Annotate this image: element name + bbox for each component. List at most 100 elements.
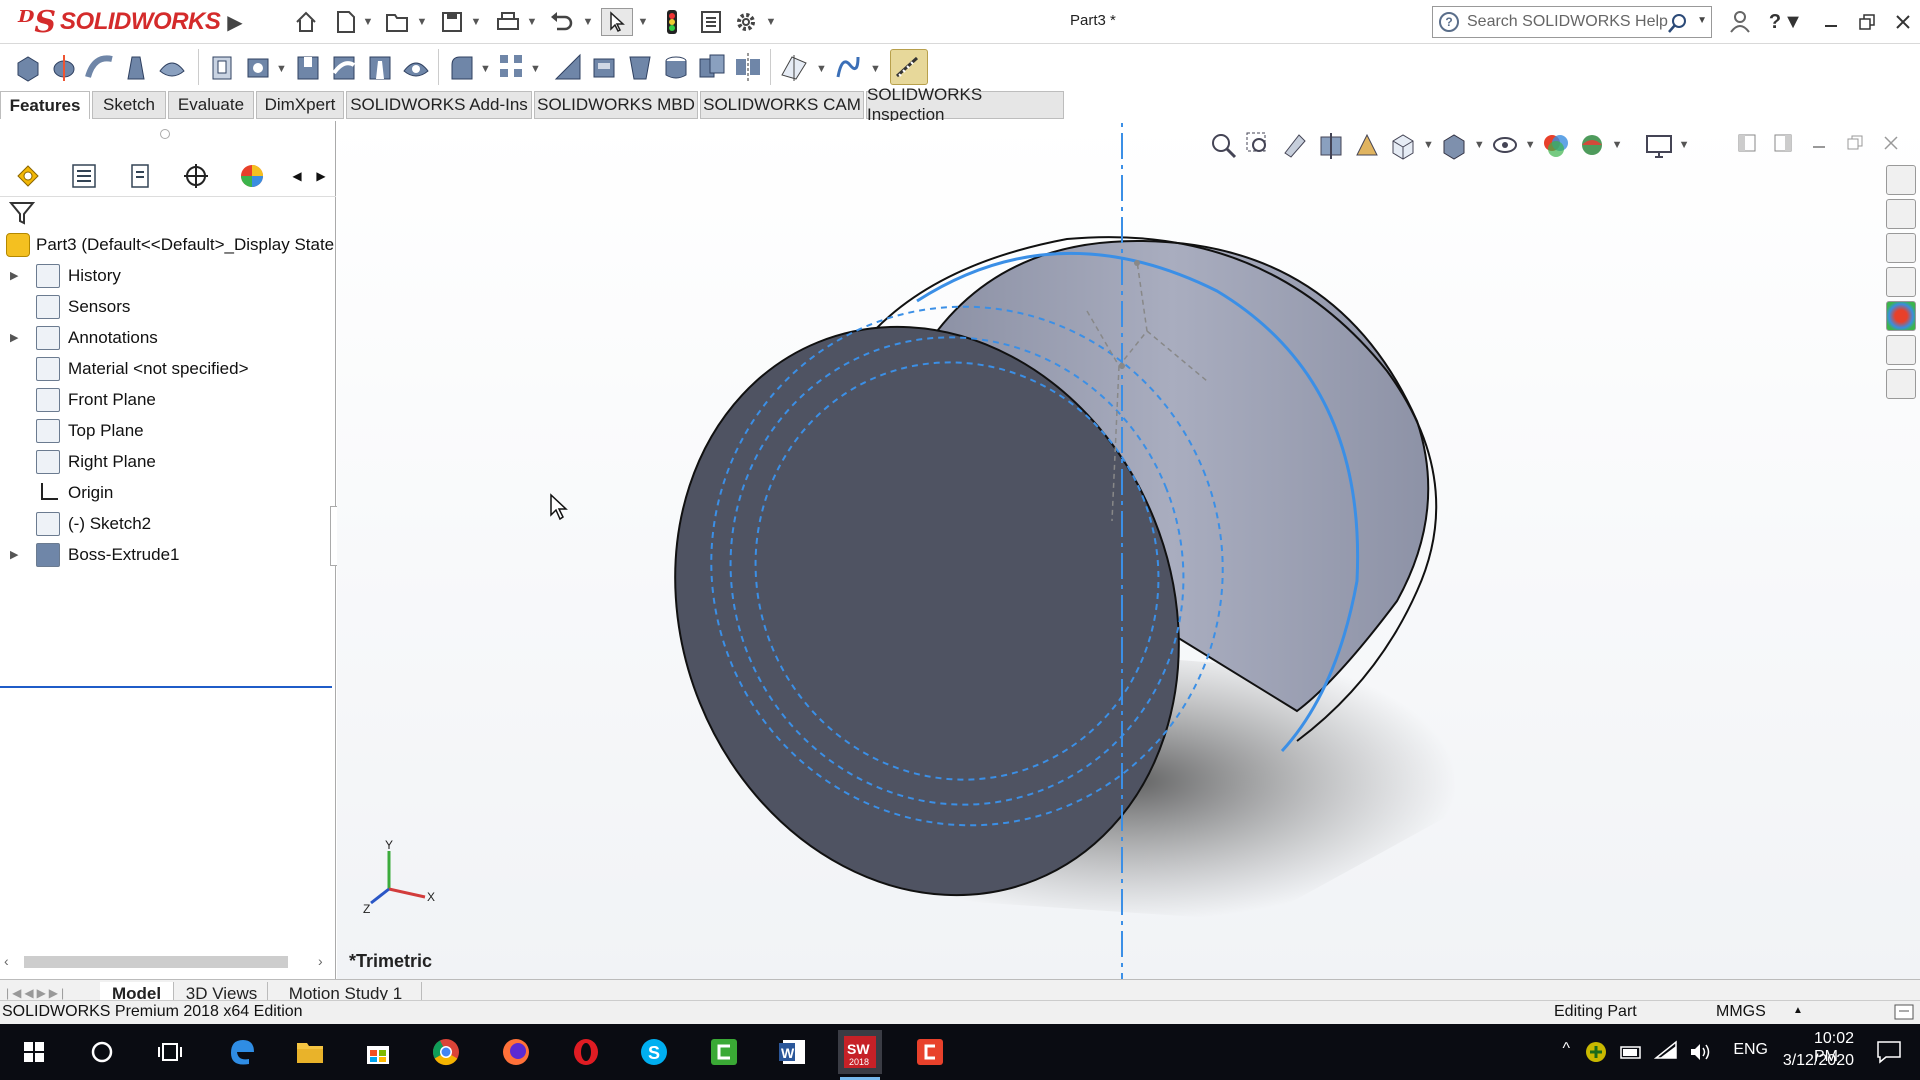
tree-item-sketch2[interactable]: (-) Sketch2 xyxy=(0,508,336,539)
reference-geometry-dropdown-icon[interactable]: ▼ xyxy=(816,63,827,75)
print-icon[interactable] xyxy=(492,8,524,36)
revolved-boss-icon[interactable] xyxy=(48,51,80,83)
tree-item-top-plane[interactable]: Top Plane xyxy=(0,415,336,446)
open-dropdown-icon[interactable]: ▼ xyxy=(416,8,428,36)
options-dropdown-icon[interactable]: ▼ xyxy=(765,8,777,36)
home-icon[interactable] xyxy=(290,8,322,36)
battery-icon[interactable] xyxy=(1620,1042,1644,1062)
rib-icon[interactable] xyxy=(552,51,584,83)
units-dropdown-icon[interactable]: ▲ xyxy=(1793,1005,1803,1016)
rollback-bar[interactable] xyxy=(0,686,332,688)
firefox-icon[interactable] xyxy=(494,1030,538,1074)
tab-evaluate[interactable]: Evaluate xyxy=(168,91,254,119)
tab-solidworks-mbd[interactable]: SOLIDWORKS MBD xyxy=(534,91,698,119)
instant3d-button[interactable] xyxy=(890,49,928,85)
tabs-scroll-right-icon[interactable]: ▶ xyxy=(310,160,332,192)
draft-icon[interactable] xyxy=(624,51,656,83)
tree-item-annotations[interactable]: ▶ Annotations xyxy=(0,322,336,353)
boundary-boss-icon[interactable] xyxy=(156,51,188,83)
skype-icon[interactable]: S xyxy=(632,1030,676,1074)
tab-solidworks-add-ins[interactable]: SOLIDWORKS Add-Ins xyxy=(346,91,532,119)
search-icon[interactable] xyxy=(1667,12,1689,34)
tray-app-icon[interactable] xyxy=(1584,1040,1608,1064)
hole-wizard-icon[interactable] xyxy=(242,51,274,83)
feature-manager-tree-icon[interactable] xyxy=(6,160,50,192)
tree-item-boss-extrude1[interactable]: ▶ Boss-Extrude1 xyxy=(0,539,336,570)
boundary-cut-icon[interactable] xyxy=(400,51,432,83)
rebuild-status-icon[interactable] xyxy=(1892,1001,1916,1025)
select-dropdown-icon[interactable]: ▼ xyxy=(637,8,649,36)
volume-icon[interactable] xyxy=(1688,1040,1712,1064)
help-dropdown-icon[interactable]: ▼ xyxy=(1783,8,1803,36)
tab-sketch[interactable]: Sketch xyxy=(92,91,166,119)
expand-arrow-icon[interactable]: ▶ xyxy=(10,548,18,561)
pane-grip-icon[interactable] xyxy=(160,129,170,139)
help-search-input[interactable]: ? Search SOLIDWORKS Help ▼ xyxy=(1432,6,1712,38)
undo-dropdown-icon[interactable]: ▼ xyxy=(582,8,594,36)
extruded-boss-icon[interactable] xyxy=(12,51,44,83)
rebuild-icon[interactable] xyxy=(659,8,685,36)
open-document-icon[interactable] xyxy=(382,8,414,36)
reference-triad[interactable]: Y X Z xyxy=(359,839,439,919)
swept-cut-icon[interactable] xyxy=(328,51,360,83)
hole-dropdown-icon[interactable]: ▼ xyxy=(276,63,287,75)
units-label[interactable]: MMGS xyxy=(1716,1003,1766,1021)
tab-solidworks-cam[interactable]: SOLIDWORKS CAM xyxy=(700,91,864,119)
search-dropdown-icon[interactable]: ▼ xyxy=(1697,15,1707,26)
show-hidden-icons-icon[interactable]: ^ xyxy=(1562,1040,1570,1058)
windows-start-icon[interactable] xyxy=(12,1030,56,1074)
tree-item-material[interactable]: Material <not specified> xyxy=(0,353,336,384)
lofted-boss-icon[interactable] xyxy=(120,51,152,83)
microsoft-store-icon[interactable] xyxy=(356,1030,400,1074)
curves-dropdown-icon[interactable]: ▼ xyxy=(870,63,881,75)
tree-item-right-plane[interactable]: Right Plane xyxy=(0,446,336,477)
pattern-dropdown-icon[interactable]: ▼ xyxy=(530,63,541,75)
sketch-point[interactable] xyxy=(1134,260,1140,266)
reference-geometry-icon[interactable] xyxy=(778,51,810,83)
minimize-window-icon[interactable] xyxy=(1816,8,1846,36)
action-center-icon[interactable] xyxy=(1876,1040,1902,1064)
tree-root-part[interactable]: Part3 (Default<<Default>_Display State xyxy=(0,229,336,260)
expand-arrow-icon[interactable]: ▶ xyxy=(10,269,18,282)
tab-solidworks-inspection[interactable]: SOLIDWORKS Inspection xyxy=(866,85,1064,124)
configuration-manager-icon[interactable] xyxy=(118,160,162,192)
edge-browser-icon[interactable] xyxy=(220,1030,264,1074)
tab-dimxpert[interactable]: DimXpert xyxy=(256,91,344,119)
user-account-icon[interactable] xyxy=(1725,8,1755,36)
save-dropdown-icon[interactable]: ▼ xyxy=(470,8,482,36)
wrap-icon[interactable] xyxy=(588,51,620,83)
sketch-point[interactable] xyxy=(1119,363,1125,369)
save-icon[interactable] xyxy=(436,8,468,36)
wifi-icon[interactable] xyxy=(1654,1040,1678,1064)
fillet-icon[interactable] xyxy=(446,51,478,83)
scroll-left-icon[interactable]: ‹ xyxy=(4,953,9,969)
file-explorer-taskbar-icon[interactable] xyxy=(288,1030,332,1074)
camtasia-icon[interactable] xyxy=(702,1030,746,1074)
graphics-area[interactable]: ▼ ▼ ▼ ▼ ▼ Y X Z *Trimetric xyxy=(337,121,1920,979)
tab-features[interactable]: Features xyxy=(0,91,90,119)
close-window-icon[interactable] xyxy=(1888,8,1918,36)
revolved-cut-icon[interactable] xyxy=(292,51,324,83)
screen-recorder-icon[interactable] xyxy=(908,1030,952,1074)
scrollbar-thumb[interactable] xyxy=(24,956,288,968)
clock-date[interactable]: 3/12/2020 xyxy=(1783,1052,1854,1070)
solidworks-logo[interactable]: ᴰS SOLIDWORKS xyxy=(18,4,248,40)
solidworks-taskbar-icon[interactable]: SW 2018 xyxy=(838,1030,882,1080)
property-manager-icon[interactable] xyxy=(62,160,106,192)
cortana-search-icon[interactable] xyxy=(80,1030,124,1074)
swept-boss-icon[interactable] xyxy=(84,51,116,83)
word-icon[interactable]: W xyxy=(770,1030,814,1074)
select-icon[interactable] xyxy=(601,8,633,36)
chrome-icon[interactable] xyxy=(424,1030,468,1074)
shell-icon[interactable] xyxy=(660,51,692,83)
filter-icon[interactable] xyxy=(8,199,36,227)
undo-icon[interactable] xyxy=(545,8,577,36)
tree-item-history[interactable]: ▶ History xyxy=(0,260,336,291)
tree-item-front-plane[interactable]: Front Plane xyxy=(0,384,336,415)
fillet-dropdown-icon[interactable]: ▼ xyxy=(480,63,491,75)
options-gear-icon[interactable] xyxy=(730,8,762,36)
expand-menu-icon[interactable]: ▶ xyxy=(225,8,245,36)
opera-icon[interactable] xyxy=(564,1030,608,1074)
file-properties-icon[interactable] xyxy=(695,8,727,36)
lofted-cut-icon[interactable] xyxy=(364,51,396,83)
